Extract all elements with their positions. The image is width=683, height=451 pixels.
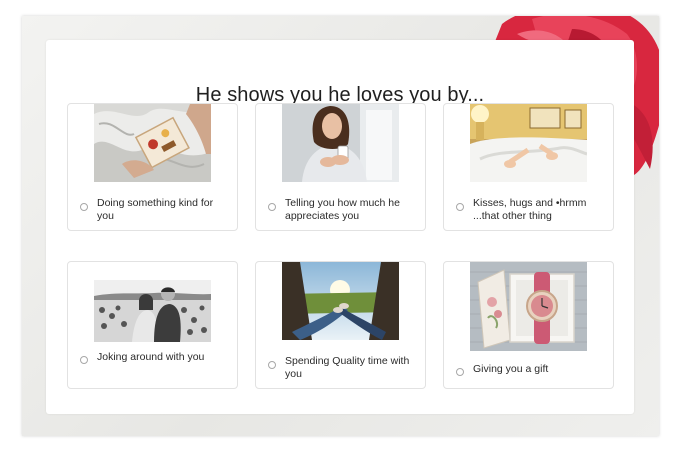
- feet-from-car-image: [282, 262, 399, 340]
- option-label: Kisses, hugs and •hrmm ...that other thi…: [473, 197, 587, 222]
- option-radio[interactable]: [268, 361, 276, 369]
- woman-with-phone-image: [282, 104, 399, 182]
- answer-option-joking[interactable]: Joking around with you: [67, 261, 238, 389]
- answer-option-appreciation[interactable]: Telling you how much he appreciates you: [255, 103, 426, 231]
- option-radio[interactable]: [80, 356, 88, 364]
- option-radio[interactable]: [80, 203, 88, 211]
- answer-option-affection[interactable]: Kisses, hugs and •hrmm ...that other thi…: [443, 103, 614, 231]
- option-radio[interactable]: [268, 203, 276, 211]
- answer-option-kindness[interactable]: Doing something kind for you: [67, 103, 238, 231]
- answer-option-quality-time[interactable]: Spending Quality time with you: [255, 261, 426, 389]
- option-label: Telling you how much he appreciates you: [285, 197, 400, 222]
- option-radio[interactable]: [456, 203, 464, 211]
- answer-option-gift[interactable]: Giving you a gift: [443, 261, 614, 389]
- option-label: Joking around with you: [97, 351, 205, 363]
- option-label: Doing something kind for you: [97, 197, 214, 222]
- breakfast-in-bed-image: [94, 104, 211, 182]
- option-radio[interactable]: [456, 368, 464, 376]
- couple-laughing-image: [94, 280, 211, 342]
- watch-in-box-image: [470, 262, 587, 351]
- quiz-frame: He shows you he loves you by... Doing so…: [22, 16, 659, 436]
- option-label: Giving you a gift: [473, 363, 549, 375]
- option-label: Spending Quality time with you: [285, 355, 410, 380]
- quiz-card: He shows you he loves you by... Doing so…: [46, 40, 634, 414]
- bed-feet-image: [470, 104, 587, 182]
